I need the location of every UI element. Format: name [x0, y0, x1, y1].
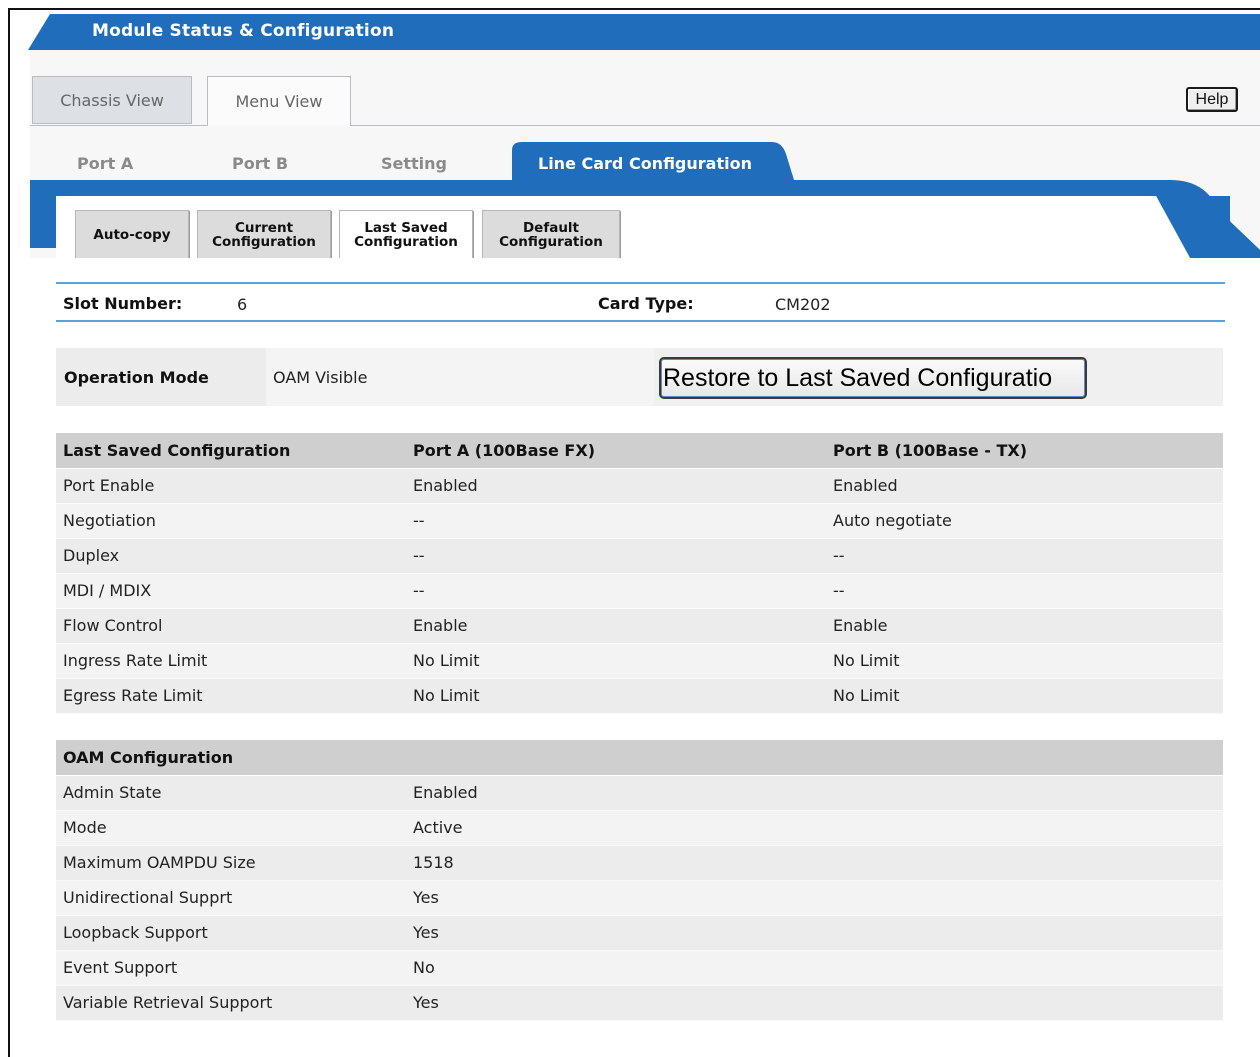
help-button[interactable]: Help: [1186, 87, 1238, 112]
tab-chassis-view[interactable]: Chassis View: [32, 76, 192, 124]
table-row: Negotiation -- Auto negotiate: [56, 503, 1223, 539]
sub-tab-line1: Current: [234, 219, 294, 236]
slot-number-label: Slot Number:: [63, 294, 183, 313]
table-cell: Flow Control: [56, 608, 406, 644]
table-cell: Maximum OAMPDU Size: [56, 845, 406, 881]
title-bar: Module Status & Configuration: [28, 14, 1260, 50]
table-cell: Port Enable: [56, 468, 406, 504]
last-saved-configuration-table: Last Saved Configuration Port A (100Base…: [56, 433, 1223, 714]
table-cell: Yes: [406, 915, 1223, 951]
divider: [56, 320, 1225, 322]
table-cell: No Limit: [826, 678, 1223, 714]
table-cell: Active: [406, 810, 1223, 846]
table-header: OAM Configuration: [56, 740, 1223, 776]
table-cell: Enabled: [406, 468, 826, 504]
table-cell: Event Support: [56, 950, 406, 986]
table-header: Port B (100Base - TX): [826, 433, 1223, 469]
tab-port-a[interactable]: Port A: [77, 154, 133, 173]
table-cell: --: [406, 573, 826, 609]
table-cell: Admin State: [56, 775, 406, 811]
table-header-row: Last Saved Configuration Port A (100Base…: [56, 433, 1223, 469]
divider: [351, 125, 1260, 126]
table-cell: Enable: [826, 608, 1223, 644]
divider: [56, 282, 1225, 284]
table-cell: Duplex: [56, 538, 406, 574]
table-cell: Yes: [406, 880, 1223, 916]
table-row: Admin State Enabled: [56, 775, 1223, 811]
table-cell: --: [406, 538, 826, 574]
table-row: MDI / MDIX -- --: [56, 573, 1223, 609]
table-cell: Enable: [406, 608, 826, 644]
table-cell: Enabled: [406, 775, 1223, 811]
restore-last-saved-button[interactable]: Restore to Last Saved Configuratio: [659, 357, 1087, 399]
tab-menu-view[interactable]: Menu View: [207, 76, 351, 126]
card-type-value: CM202: [775, 295, 831, 314]
table-row: Event Support No: [56, 950, 1223, 986]
tab-port-b[interactable]: Port B: [232, 154, 288, 173]
page-title: Module Status & Configuration: [92, 21, 395, 41]
band-corner: [1128, 196, 1230, 258]
table-row: Duplex -- --: [56, 538, 1223, 574]
table-header-row: OAM Configuration: [56, 740, 1223, 776]
table-cell: Yes: [406, 985, 1223, 1021]
table-row: Port Enable Enabled Enabled: [56, 468, 1223, 504]
table-cell: Variable Retrieval Support: [56, 985, 406, 1021]
sub-tab-line1: Default: [522, 219, 580, 236]
card-type-label: Card Type:: [598, 294, 694, 313]
sub-tab-line2: Configuration: [499, 233, 603, 250]
table-row: Unidirectional Supprt Yes: [56, 880, 1223, 916]
table-cell: --: [406, 503, 826, 539]
auto-copy-label: Auto-copy: [93, 226, 171, 243]
sub-tab-line1: Last Saved: [364, 219, 448, 236]
table-row: Loopback Support Yes: [56, 915, 1223, 951]
table-cell: Mode: [56, 810, 406, 846]
table-cell: No Limit: [406, 678, 826, 714]
table-cell: Auto negotiate: [826, 503, 1223, 539]
table-row: Maximum OAMPDU Size 1518: [56, 845, 1223, 881]
sub-tab-line2: Configuration: [354, 233, 458, 250]
table-cell: No Limit: [826, 643, 1223, 679]
sub-tab-line2: Configuration: [212, 233, 316, 250]
tab-line-card-configuration[interactable]: Line Card Configuration: [538, 154, 752, 173]
operation-mode-value: OAM Visible: [273, 368, 368, 387]
tab-setting[interactable]: Setting: [381, 154, 447, 173]
table-row: Ingress Rate Limit No Limit No Limit: [56, 643, 1223, 679]
current-configuration-button[interactable]: Current Configuration: [197, 210, 331, 259]
table-row: Variable Retrieval Support Yes: [56, 985, 1223, 1021]
table-cell: --: [826, 573, 1223, 609]
table-header: Last Saved Configuration: [56, 433, 406, 469]
operation-mode-label: Operation Mode: [64, 368, 209, 387]
table-cell: No: [406, 950, 1223, 986]
table-cell: Ingress Rate Limit: [56, 643, 406, 679]
table-cell: MDI / MDIX: [56, 573, 406, 609]
table-cell: No Limit: [406, 643, 826, 679]
divider: [30, 125, 207, 126]
slot-number-value: 6: [237, 295, 248, 314]
table-cell: Loopback Support: [56, 915, 406, 951]
table-cell: 1518: [406, 845, 1223, 881]
table-cell: Unidirectional Supprt: [56, 880, 406, 916]
last-saved-configuration-button[interactable]: Last Saved Configuration: [339, 210, 473, 259]
default-configuration-button[interactable]: Default Configuration: [482, 210, 620, 259]
auto-copy-button[interactable]: Auto-copy: [75, 210, 189, 259]
table-row: Egress Rate Limit No Limit No Limit: [56, 678, 1223, 714]
table-row: Flow Control Enable Enable: [56, 608, 1223, 644]
table-cell: Egress Rate Limit: [56, 678, 406, 714]
table-row: Mode Active: [56, 810, 1223, 846]
table-cell: Negotiation: [56, 503, 406, 539]
oam-configuration-table: OAM Configuration Admin State Enabled Mo…: [56, 740, 1223, 1021]
table-cell: --: [826, 538, 1223, 574]
table-header: Port A (100Base FX): [406, 433, 826, 469]
table-cell: Enabled: [826, 468, 1223, 504]
